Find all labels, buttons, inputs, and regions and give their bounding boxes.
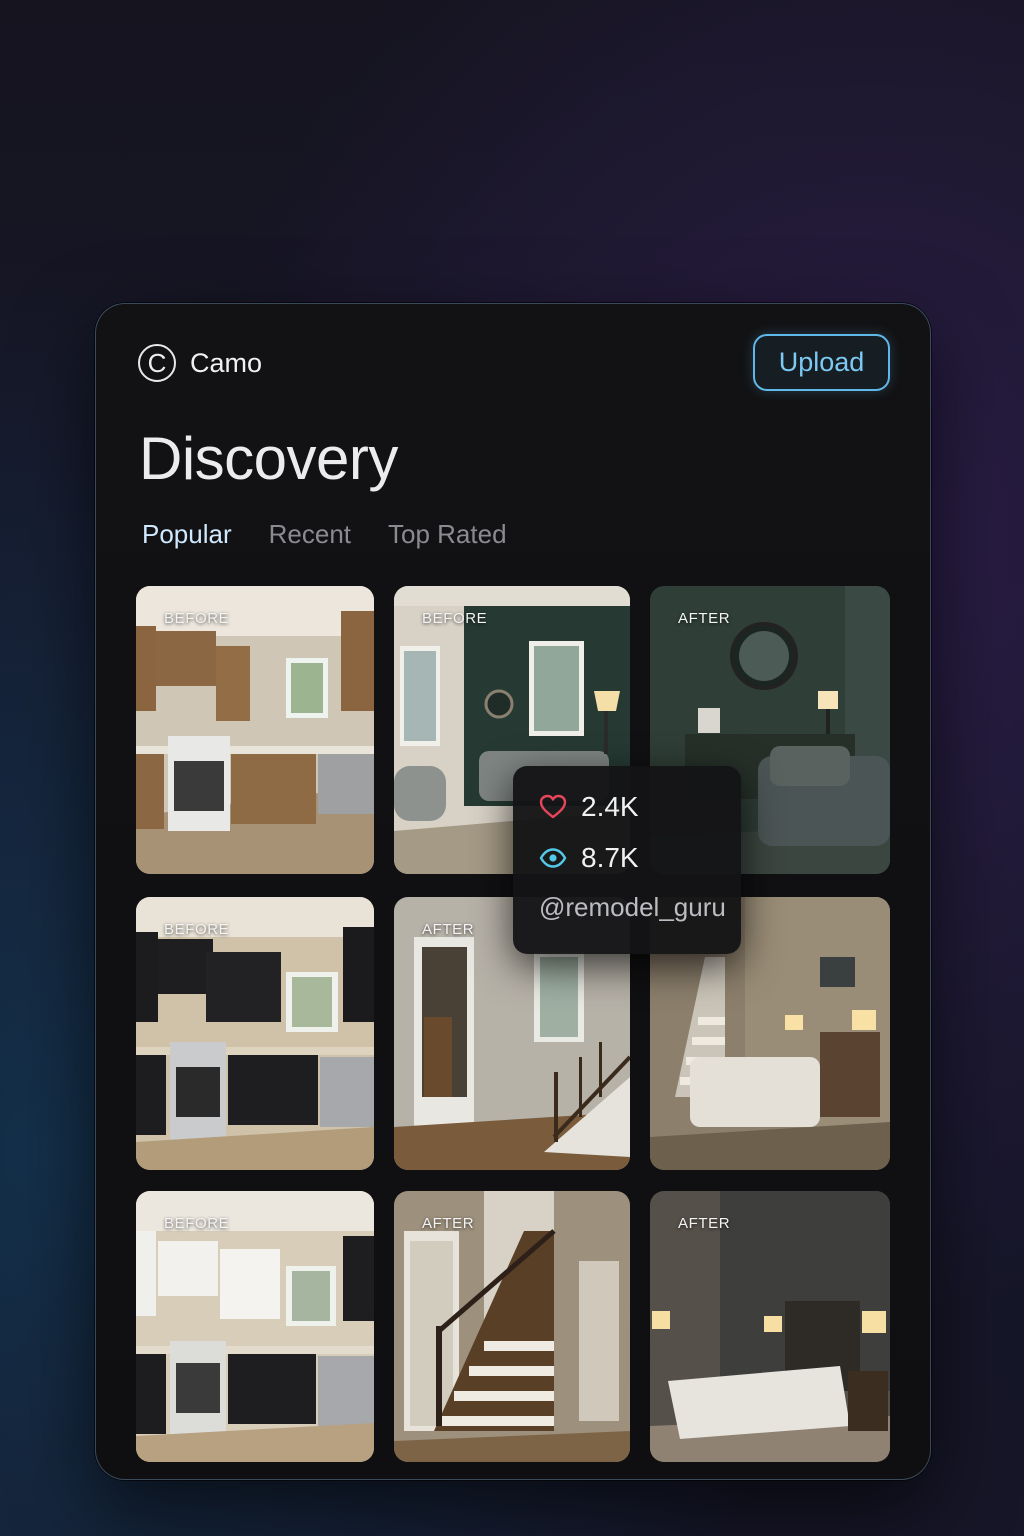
photo-card[interactable]: AFTER	[394, 1191, 630, 1462]
tab-top-rated[interactable]: Top Rated	[388, 519, 507, 550]
before-after-badge: BEFORE	[164, 1215, 230, 1232]
kitchen-wood-image	[136, 586, 374, 874]
views-stat: 8.7K	[539, 842, 639, 874]
before-after-badge: BEFORE	[422, 610, 488, 627]
photo-card[interactable]: AFTER	[650, 1191, 890, 1462]
stats-tooltip: 2.4K 8.7K @remodel_guru	[513, 766, 741, 954]
tab-popular[interactable]: Popular	[142, 519, 232, 550]
author-handle[interactable]: @remodel_guru	[539, 892, 726, 923]
brand-logo-icon: C	[138, 344, 176, 382]
heart-icon	[539, 794, 567, 819]
before-after-badge: BEFORE	[164, 921, 230, 938]
before-after-badge: AFTER	[422, 1215, 475, 1232]
before-after-badge: AFTER	[422, 921, 475, 938]
photo-grid: BEFORE BEFORE AFTER BEFORE AFTER BEFORE …	[136, 586, 890, 1462]
before-after-badge: BEFORE	[164, 610, 230, 627]
filter-tabs: Popular Recent Top Rated	[142, 519, 507, 550]
brand[interactable]: C Camo	[138, 344, 262, 382]
likes-count: 2.4K	[581, 791, 639, 822]
views-count: 8.7K	[581, 842, 639, 873]
photo-card[interactable]: BEFORE	[136, 897, 374, 1170]
before-after-badge: AFTER	[678, 1215, 731, 1232]
photo-card[interactable]: BEFORE	[136, 1191, 374, 1462]
before-after-badge: AFTER	[678, 610, 731, 627]
tab-recent[interactable]: Recent	[269, 519, 351, 550]
eye-icon	[539, 848, 567, 868]
photo-card[interactable]: BEFORE	[136, 586, 374, 874]
upload-button[interactable]: Upload	[753, 334, 890, 391]
page-title: Discovery	[139, 425, 398, 492]
likes-stat[interactable]: 2.4K	[539, 791, 639, 823]
brand-name: Camo	[190, 347, 263, 378]
